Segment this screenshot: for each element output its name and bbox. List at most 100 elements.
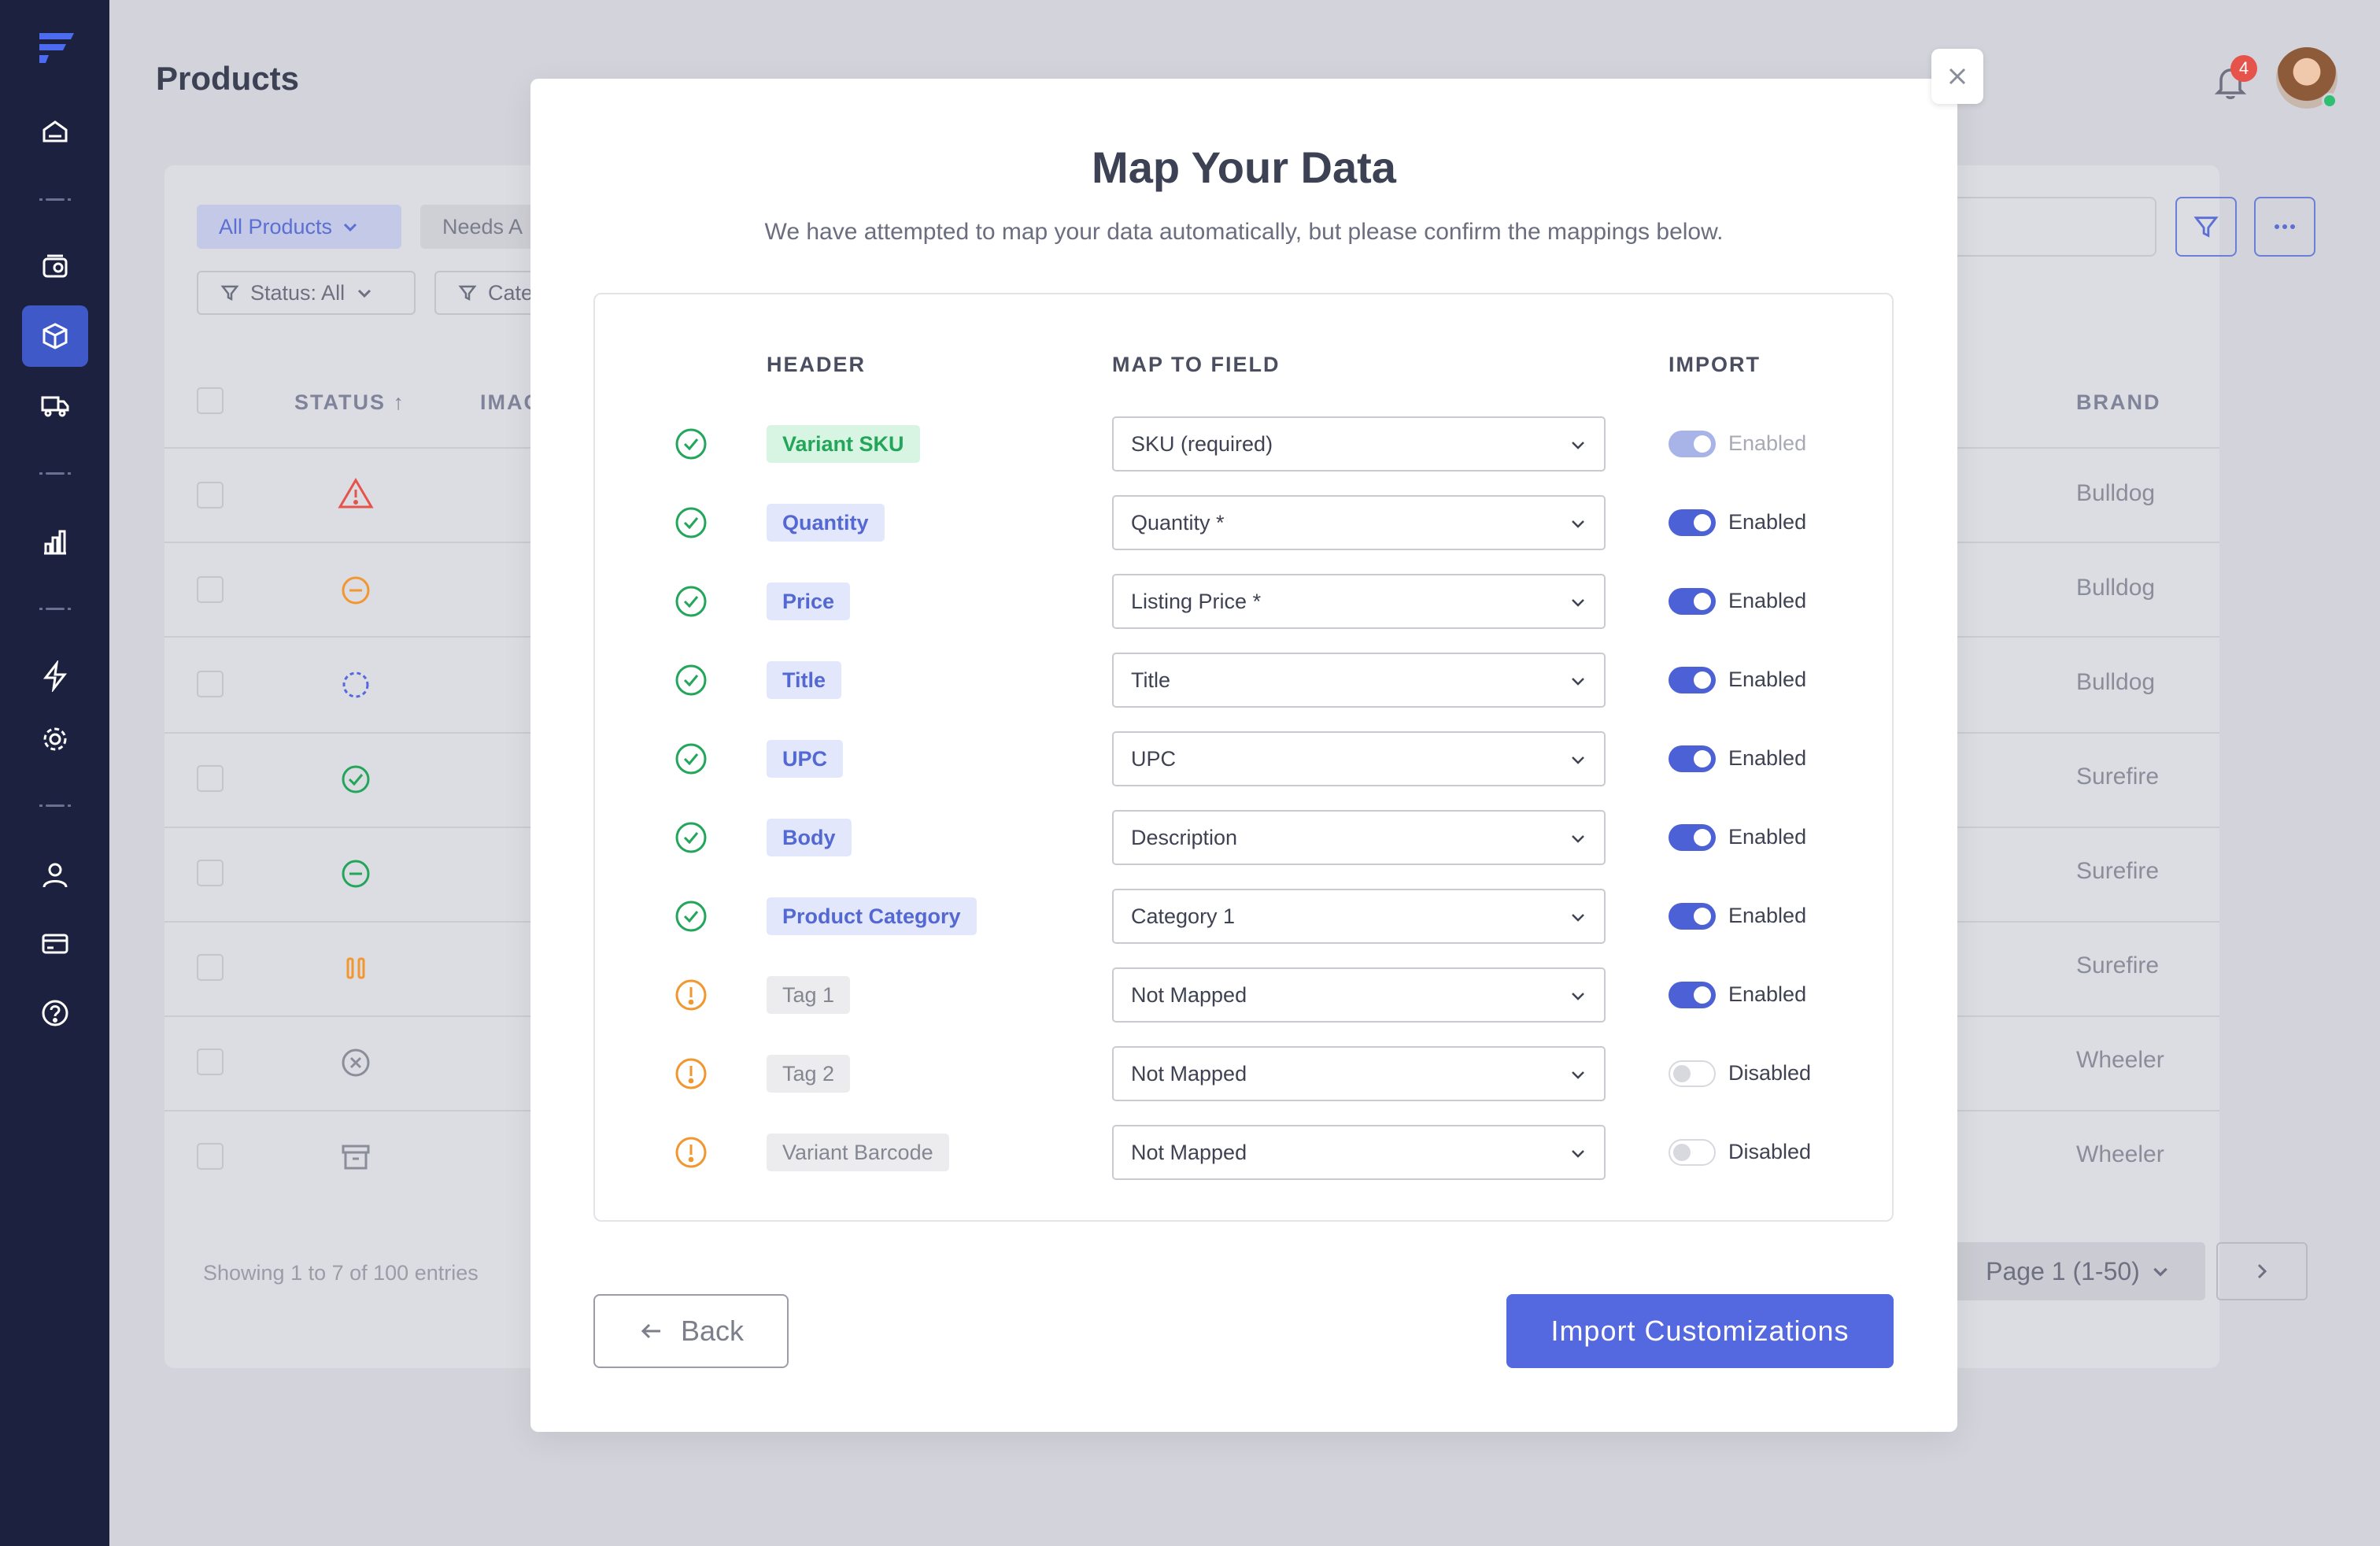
filter-icon [2193, 216, 2219, 238]
row-checkbox[interactable] [197, 482, 224, 509]
header-tag: Tag 2 [767, 1055, 851, 1093]
gear-icon[interactable] [22, 708, 88, 770]
import-toggle[interactable] [1669, 509, 1716, 536]
alert-circle-icon [674, 1135, 708, 1170]
map-field-value: Description [1131, 825, 1238, 849]
all-products-label: All Products [219, 214, 333, 239]
all-products-dropdown[interactable]: All Products [197, 205, 401, 249]
brand-cell: Wheeler [2076, 1141, 2164, 1167]
x-circle-icon [342, 1049, 370, 1077]
brand-cell: Surefire [2076, 858, 2160, 884]
warning-icon [338, 478, 374, 509]
brand-column-header[interactable]: BRAND [2076, 390, 2161, 415]
map-field-select[interactable]: Not Mapped [1112, 1125, 1606, 1180]
chevron-down-icon [1572, 1150, 1584, 1158]
map-field-value: UPC [1131, 746, 1177, 771]
header-column-title: HEADER [767, 353, 867, 376]
page-select-label: Page 1 (1-50) [1986, 1256, 2140, 1285]
back-button[interactable]: Back [593, 1294, 789, 1368]
import-toggle[interactable] [1669, 745, 1716, 772]
import-toggle-label: Enabled [1728, 746, 1807, 770]
lightning-icon[interactable] [22, 645, 88, 707]
help-icon[interactable] [22, 982, 88, 1044]
shipping-icon[interactable] [22, 375, 88, 436]
orders-icon[interactable] [22, 236, 88, 298]
back-label: Back [680, 1315, 745, 1347]
map-field-select[interactable]: SKU (required) [1112, 416, 1606, 472]
pause-icon [346, 957, 365, 979]
more-options-button[interactable] [2254, 197, 2315, 257]
map-field-select[interactable]: Not Mapped [1112, 967, 1606, 1023]
header-tag: Tag 1 [767, 976, 851, 1014]
page-select[interactable]: Page 1 (1-50) [1950, 1242, 2205, 1300]
status-column-header[interactable]: STATUS ↑ [294, 390, 405, 415]
filter-icon [458, 285, 477, 301]
chevron-down-icon [1572, 993, 1584, 1000]
analytics-icon[interactable] [22, 512, 88, 573]
map-field-value: Not Mapped [1131, 1061, 1247, 1086]
alert-circle-icon [674, 1056, 708, 1091]
sidebar-divider [39, 472, 71, 475]
select-all-checkbox[interactable] [197, 387, 224, 414]
map-field-select[interactable]: Quantity * [1112, 495, 1606, 550]
minus-circle-icon [342, 576, 370, 605]
row-checkbox[interactable] [197, 954, 224, 981]
close-icon [1949, 68, 1966, 85]
archive-icon [342, 1145, 370, 1170]
import-toggle [1669, 431, 1716, 457]
import-toggle[interactable] [1669, 667, 1716, 693]
header-tag: Quantity [767, 504, 885, 542]
app-logo-icon[interactable] [35, 28, 79, 69]
modal-title: Map Your Data [1092, 142, 1396, 192]
row-checkbox[interactable] [197, 1143, 224, 1170]
chevron-down-icon [1572, 678, 1584, 686]
chevron-down-icon [1572, 756, 1584, 764]
map-field-select[interactable]: Listing Price * [1112, 574, 1606, 629]
home-icon[interactable] [22, 101, 88, 162]
next-page-button[interactable] [2216, 1242, 2308, 1300]
row-checkbox[interactable] [197, 765, 224, 792]
map-field-value: Quantity * [1131, 510, 1225, 534]
more-horizontal-icon [2275, 224, 2295, 229]
chevron-down-icon [1572, 914, 1584, 922]
category-filter-label: Cate [488, 280, 534, 305]
user-icon[interactable] [22, 844, 88, 905]
import-toggle[interactable] [1669, 824, 1716, 851]
row-checkbox[interactable] [197, 860, 224, 886]
import-toggle[interactable] [1669, 982, 1716, 1008]
row-checkbox[interactable] [197, 576, 224, 603]
row-checkbox[interactable] [197, 671, 224, 697]
products-icon[interactable] [22, 305, 88, 367]
map-field-value: Category 1 [1131, 904, 1236, 928]
import-column-title: IMPORT [1669, 353, 1761, 376]
close-modal-button[interactable] [1931, 49, 1983, 104]
loading-icon [342, 671, 369, 698]
import-customizations-button[interactable]: Import Customizations [1506, 1294, 1894, 1368]
map-field-select[interactable]: Title [1112, 653, 1606, 708]
map-field-select[interactable]: Category 1 [1112, 889, 1606, 944]
row-checkbox[interactable] [197, 1049, 224, 1075]
brand-cell: Surefire [2076, 764, 2160, 790]
map-field-select[interactable]: UPC [1112, 731, 1606, 786]
map-field-select[interactable]: Description [1112, 810, 1606, 865]
chevron-down-icon [1572, 442, 1584, 449]
status-filter[interactable]: Status: All [197, 271, 416, 315]
import-toggle-label: Disabled [1728, 1140, 1812, 1163]
check-circle-icon [674, 584, 708, 619]
filter-button[interactable] [2175, 197, 2237, 257]
map-field-select[interactable]: Not Mapped [1112, 1046, 1606, 1101]
sort-arrow-up-icon: ↑ [393, 390, 406, 414]
alert-circle-icon [674, 978, 708, 1012]
check-circle-icon [674, 742, 708, 776]
billing-icon[interactable] [22, 913, 88, 975]
map-field-value: SKU (required) [1131, 431, 1273, 456]
import-toggle[interactable] [1669, 588, 1716, 615]
import-toggle[interactable] [1669, 903, 1716, 930]
check-circle-icon [674, 820, 708, 855]
chevron-down-icon [1572, 520, 1584, 528]
check-circle-icon [674, 427, 708, 461]
import-toggle[interactable] [1669, 1060, 1716, 1087]
header-tag: Product Category [767, 897, 977, 935]
import-toggle-label: Enabled [1728, 431, 1807, 455]
import-toggle[interactable] [1669, 1139, 1716, 1166]
